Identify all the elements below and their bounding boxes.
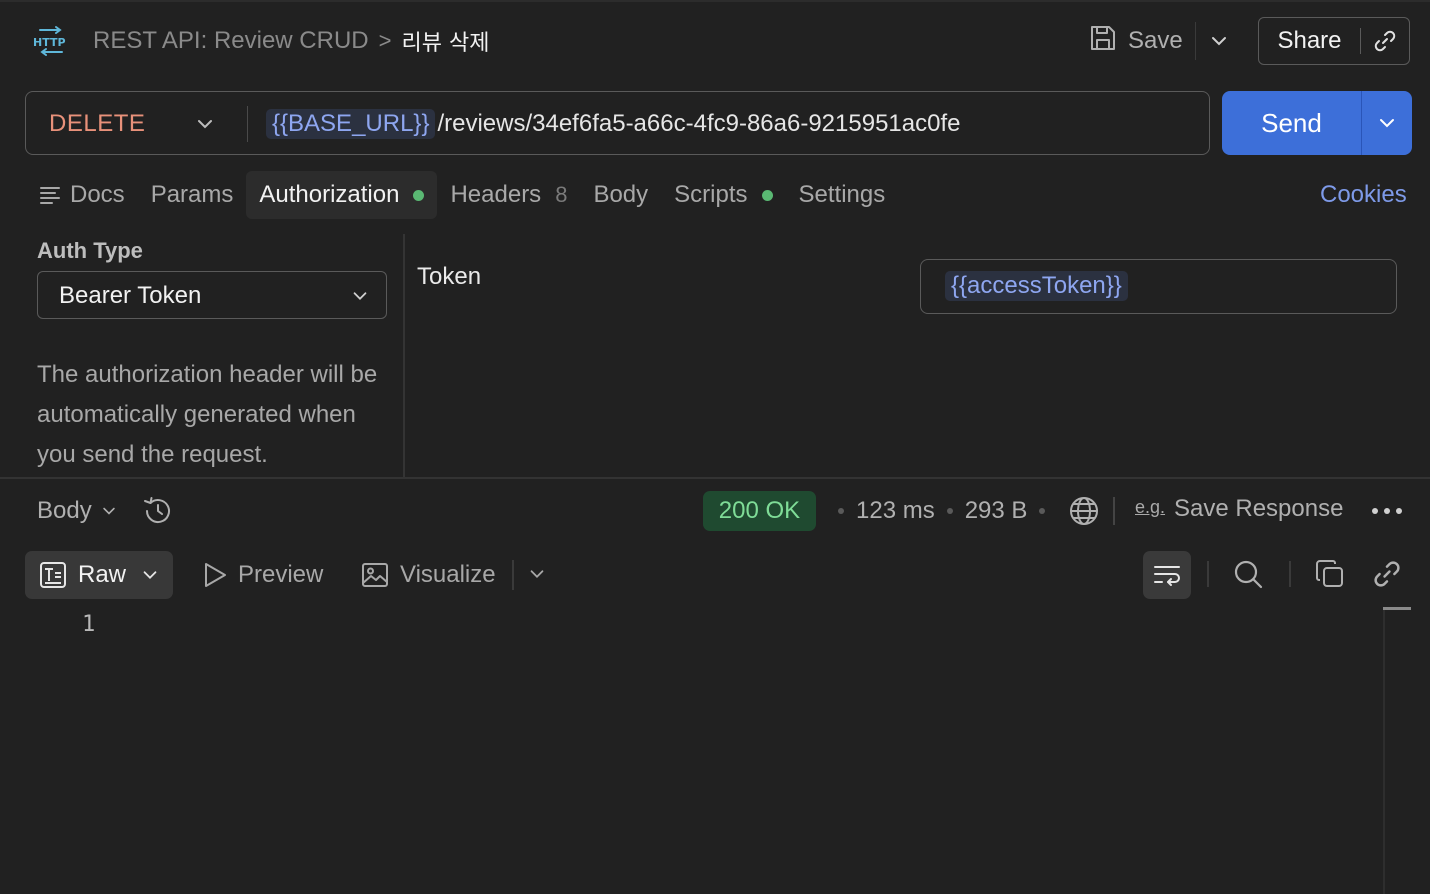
tab-label: Settings — [798, 181, 886, 208]
meta-divider — [1113, 497, 1115, 525]
response-meta: 123 ms 293 B — [826, 495, 1057, 527]
auth-type-label: Auth Type — [37, 238, 143, 263]
save-button[interactable]: Save — [1088, 22, 1183, 60]
globe-icon[interactable] — [1068, 495, 1100, 532]
toolbar-divider — [1207, 561, 1209, 587]
editor-scroll-track[interactable] — [1383, 607, 1385, 894]
auth-type-value: Bearer Token — [59, 282, 202, 309]
chevron-down-icon[interactable] — [1362, 112, 1412, 134]
token-label: Token — [417, 263, 482, 290]
docs-icon — [38, 183, 62, 207]
play-icon — [200, 560, 230, 590]
active-dot — [761, 189, 773, 201]
auth-help-text: The authorization header will be automat… — [37, 361, 378, 468]
link-icon[interactable] — [1371, 558, 1403, 595]
url-variable-chip[interactable]: {{BASE_URL}} — [266, 109, 436, 139]
tab-headers[interactable]: Headers 8 — [437, 171, 580, 219]
auth-type-panel: Auth Type Bearer Token The authorization… — [0, 230, 404, 476]
chevron-down-icon[interactable] — [194, 113, 216, 140]
tab-settings[interactable]: Settings — [786, 171, 899, 219]
view-preview-button[interactable]: Preview — [200, 559, 323, 591]
save-response-button[interactable]: Save Response — [1174, 495, 1343, 523]
breadcrumb: REST API: Review CRUD > 리뷰 삭제 — [93, 26, 489, 56]
chevron-down-icon — [350, 286, 370, 311]
response-body-select[interactable]: Body — [37, 495, 118, 527]
meta-separator — [1039, 508, 1046, 514]
tab-body[interactable]: Body — [580, 171, 661, 219]
tab-scripts[interactable]: Scripts — [661, 171, 785, 219]
meta-separator — [838, 508, 844, 514]
tab-label: Authorization — [259, 181, 400, 208]
token-variable-chip[interactable]: {{accessToken}} — [945, 271, 1128, 301]
response-body-label: Body — [37, 497, 92, 524]
link-icon[interactable] — [1361, 28, 1409, 54]
tab-params[interactable]: Params — [138, 171, 247, 219]
visualize-label: Visualize — [400, 561, 496, 588]
request-name[interactable]: 리뷰 삭제 — [401, 25, 489, 57]
more-icon[interactable] — [1370, 500, 1404, 527]
breadcrumb-collection[interactable]: REST API: Review CRUD — [93, 27, 369, 55]
http-icon: HTTP — [32, 24, 70, 58]
copy-icon[interactable] — [1314, 558, 1346, 595]
chevron-down-icon[interactable] — [527, 564, 547, 589]
tab-label: Docs — [70, 181, 125, 208]
url-divider — [247, 106, 248, 142]
save-icon — [1088, 23, 1118, 60]
tab-label: Scripts — [674, 181, 748, 208]
raw-icon — [38, 560, 68, 590]
tab-label: Body — [593, 181, 649, 208]
method-select[interactable]: DELETE — [49, 110, 145, 138]
chevron-down-icon — [100, 502, 118, 520]
svg-text:HTTP: HTTP — [33, 36, 66, 49]
line-number: 1 — [82, 612, 96, 637]
auth-divider — [403, 234, 405, 477]
share-button[interactable]: Share — [1259, 28, 1361, 54]
share-group: Share — [1258, 17, 1410, 65]
active-dot — [413, 189, 425, 201]
editor-scroll-thumb[interactable] — [1383, 607, 1411, 610]
view-visualize-button[interactable]: Visualize — [360, 559, 496, 591]
send-button[interactable]: Send — [1222, 91, 1362, 155]
save-divider — [1195, 22, 1196, 60]
save-label: Save — [1128, 27, 1183, 54]
chevron-down-icon — [140, 565, 160, 585]
url-input[interactable]: {{BASE_URL}} /reviews/34ef6fa5-a66c-4fc9… — [266, 106, 960, 142]
tab-docs[interactable]: Docs — [25, 171, 138, 219]
request-tabs: Docs Params Authorization Headers 8 Body… — [25, 171, 898, 219]
chevron-down-icon[interactable] — [1208, 30, 1230, 52]
wrap-icon — [1152, 560, 1182, 590]
token-input[interactable]: {{accessToken}} — [920, 259, 1397, 314]
view-divider — [512, 560, 514, 590]
breadcrumb-separator: > — [378, 28, 392, 53]
request-header: HTTP REST API: Review CRUD > 리뷰 삭제 Save … — [0, 0, 1430, 82]
panel-split-divider[interactable] — [0, 477, 1430, 479]
preview-label: Preview — [238, 561, 324, 588]
auth-type-select[interactable]: Bearer Token — [37, 271, 387, 319]
history-icon[interactable] — [141, 494, 175, 533]
status-badge: 200 OK — [703, 491, 816, 531]
response-size: 293 B — [964, 497, 1028, 524]
meta-separator — [946, 508, 953, 514]
url-bar: DELETE {{BASE_URL}} /reviews/34ef6fa5-a6… — [25, 91, 1210, 155]
image-icon — [360, 560, 390, 590]
tab-label: Headers — [450, 181, 542, 208]
send-group: Send — [1222, 91, 1412, 155]
raw-label: Raw — [78, 561, 127, 588]
view-raw-button[interactable]: Raw — [25, 551, 173, 599]
cookies-link[interactable]: Cookies — [1320, 181, 1407, 209]
tab-label: Params — [150, 181, 234, 208]
headers-count: 8 — [555, 182, 568, 207]
search-icon[interactable] — [1232, 558, 1264, 595]
response-time: 123 ms — [856, 497, 935, 524]
wrap-lines-button[interactable] — [1143, 551, 1191, 599]
url-path: /reviews/34ef6fa5-a66c-4fc9-86a6-9215951… — [437, 110, 961, 137]
toolbar-divider — [1289, 561, 1291, 587]
example-icon: e.g. — [1135, 497, 1166, 517]
tab-authorization[interactable]: Authorization — [246, 171, 438, 219]
